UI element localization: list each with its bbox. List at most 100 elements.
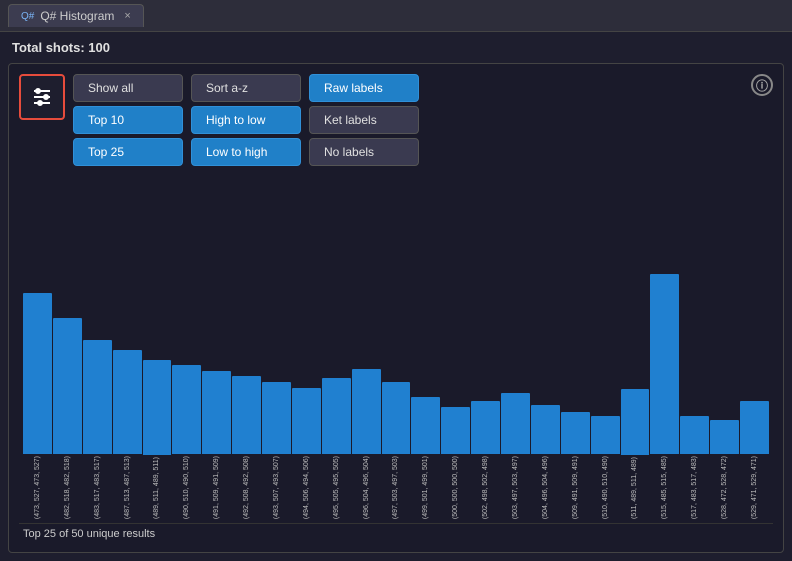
bar-item: (496, 504, 496, 504) — [352, 178, 381, 519]
histogram-panel: Show all Top 10 Top 25 Sort a-z High to … — [8, 63, 784, 553]
bar — [382, 382, 411, 454]
sort-az-button[interactable]: Sort a-z — [191, 74, 301, 102]
bar — [262, 382, 291, 454]
bar-label: (500, 500, 500, 500) — [452, 456, 459, 519]
bars-container: (473, 527, 473, 527) (482, 518, 482, 518)… — [19, 178, 773, 519]
bar — [740, 401, 769, 454]
bar-item: (499, 501, 499, 501) — [411, 178, 440, 519]
chart-footer: Top 25 of 50 unique results — [19, 523, 773, 542]
bar-item: (482, 518, 482, 518) — [53, 178, 82, 519]
show-all-button[interactable]: Show all — [73, 74, 183, 102]
bar — [621, 389, 650, 455]
bar — [411, 397, 440, 454]
bar — [471, 401, 500, 454]
bar — [680, 416, 709, 454]
controls-row: Show all Top 10 Top 25 Sort a-z High to … — [19, 74, 773, 166]
bar-label: (490, 510, 490, 510) — [183, 456, 190, 519]
bar-item: (515, 485, 515, 485) — [650, 178, 679, 519]
bar — [202, 371, 231, 454]
bar-item: (509, 491, 509, 491) — [561, 178, 590, 519]
bar-label: (491, 509, 491, 509) — [213, 456, 220, 519]
bar-label: (510, 490, 510, 490) — [602, 456, 609, 519]
bar-item: (517, 483, 517, 483) — [680, 178, 709, 519]
bar — [710, 420, 739, 454]
bar-item: (473, 527, 473, 527) — [23, 178, 52, 519]
bar-label: (502, 498, 502, 498) — [482, 456, 489, 519]
total-shots-label: Total shots: 100 — [8, 40, 784, 55]
sort-group: Sort a-z High to low Low to high — [191, 74, 301, 166]
tab-icon: Q# — [21, 11, 34, 22]
chart-area: (473, 527, 473, 527) (482, 518, 482, 518)… — [19, 178, 773, 542]
bar — [83, 340, 112, 454]
info-icon-button[interactable]: ⓘ — [751, 74, 773, 96]
filter-icon — [30, 85, 54, 109]
filter-group: Show all Top 10 Top 25 — [73, 74, 183, 166]
bar — [561, 412, 590, 454]
bar-item: (503, 497, 503, 497) — [501, 178, 530, 519]
tab-label: Q# Histogram — [40, 9, 114, 23]
main-container: Total shots: 100 Show all Top 10 Top 25 — [0, 32, 792, 561]
bar-item: (510, 490, 510, 490) — [591, 178, 620, 519]
bar — [591, 416, 620, 454]
bar-item: (494, 506, 494, 506) — [292, 178, 321, 519]
bar-label: (499, 501, 499, 501) — [422, 456, 429, 519]
bar-label: (517, 483, 517, 483) — [691, 456, 698, 519]
bar-item: (495, 505, 495, 505) — [322, 178, 351, 519]
bar-label: (511, 489, 511, 489) — [631, 457, 638, 519]
bar-item: (492, 508, 492, 508) — [232, 178, 261, 519]
bar-label: (482, 518, 482, 518) — [64, 456, 71, 519]
bar-item: (502, 498, 502, 498) — [471, 178, 500, 519]
bar — [143, 360, 172, 455]
bar-item: (490, 510, 490, 510) — [172, 178, 201, 519]
no-labels-button[interactable]: No labels — [309, 138, 419, 166]
bar-label: (504, 496, 504, 496) — [542, 456, 549, 519]
low-to-high-button[interactable]: Low to high — [191, 138, 301, 166]
bar-label: (492, 508, 492, 508) — [243, 456, 250, 519]
high-to-low-button[interactable]: High to low — [191, 106, 301, 134]
bar — [650, 274, 679, 454]
bar — [531, 405, 560, 454]
bar — [292, 388, 321, 454]
bar-label: (529, 471, 529, 471) — [751, 456, 758, 519]
title-bar: Q# Q# Histogram × — [0, 0, 792, 32]
bar — [232, 376, 261, 454]
bar-label: (497, 503, 497, 503) — [392, 456, 399, 519]
bar-item: (504, 496, 504, 496) — [531, 178, 560, 519]
bar-item: (493, 507, 493, 507) — [262, 178, 291, 519]
bar-label: (473, 527, 473, 527) — [34, 456, 41, 519]
bar-item: (511, 489, 511, 489) — [621, 178, 650, 519]
bar-label: (528, 472, 528, 472) — [721, 456, 728, 519]
bar-item: (483, 517, 483, 517) — [83, 178, 112, 519]
histogram-tab[interactable]: Q# Q# Histogram × — [8, 4, 144, 27]
bar-item: (500, 500, 500, 500) — [441, 178, 470, 519]
bar — [53, 318, 82, 454]
raw-labels-button[interactable]: Raw labels — [309, 74, 419, 102]
bar-item: (529, 471, 529, 471) — [740, 178, 769, 519]
filter-icon-button[interactable] — [19, 74, 65, 120]
bar — [322, 378, 351, 454]
bar-label: (496, 504, 496, 504) — [363, 456, 370, 519]
top-25-button[interactable]: Top 25 — [73, 138, 183, 166]
label-group: Raw labels Ket labels No labels — [309, 74, 419, 166]
bar — [172, 365, 201, 454]
bar-label: (494, 506, 494, 506) — [303, 456, 310, 519]
bar-label: (489, 511, 489, 511) — [153, 457, 160, 519]
bar-label: (483, 517, 483, 517) — [94, 456, 101, 519]
ket-labels-button[interactable]: Ket labels — [309, 106, 419, 134]
bar-label: (487, 513, 487, 513) — [124, 456, 131, 519]
bar-label: (509, 491, 509, 491) — [572, 456, 579, 519]
top-10-button[interactable]: Top 10 — [73, 106, 183, 134]
bar — [501, 393, 530, 454]
bar-item: (489, 511, 489, 511) — [143, 178, 172, 519]
bar — [441, 407, 470, 454]
bar-item: (497, 503, 497, 503) — [382, 178, 411, 519]
bar-label: (495, 505, 495, 505) — [333, 456, 340, 519]
bar-item: (528, 472, 528, 472) — [710, 178, 739, 519]
bar-item: (487, 513, 487, 513) — [113, 178, 142, 519]
tab-close-button[interactable]: × — [124, 10, 130, 22]
bar — [352, 369, 381, 454]
bar — [113, 350, 142, 454]
bar-label: (503, 497, 503, 497) — [512, 456, 519, 519]
bar-label: (493, 507, 493, 507) — [273, 456, 280, 519]
bar-item: (491, 509, 491, 509) — [202, 178, 231, 519]
